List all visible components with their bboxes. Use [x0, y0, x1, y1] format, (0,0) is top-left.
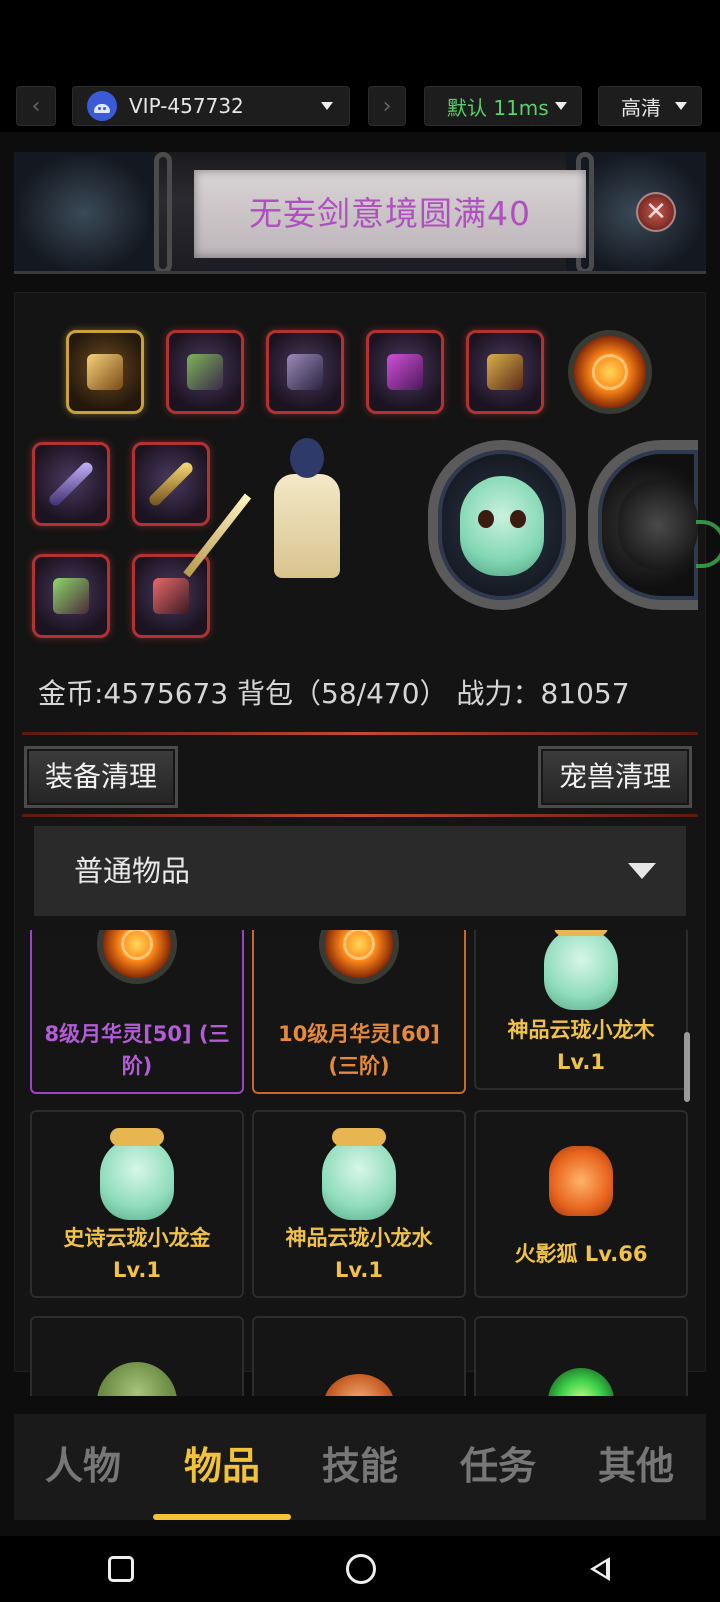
moon-orb-icon [319, 930, 399, 984]
moon-orb-icon [97, 930, 177, 984]
account-label: VIP-457732 [129, 94, 244, 118]
caret-down-icon [555, 102, 567, 110]
armor-icon [187, 354, 223, 390]
item-card[interactable]: 火影狐 Lv.66 [474, 1110, 688, 1298]
item-grid[interactable]: 8级月华灵[50] (三阶) 10级月华灵[60] (三阶) 神品云珑小龙木 L… [28, 930, 692, 1396]
caret-down-icon [628, 863, 656, 879]
dragon-pet-icon [460, 476, 544, 576]
back-arrow-button[interactable]: ‹ [16, 86, 56, 126]
hero-body [274, 474, 340, 578]
item-name: 火影狐 Lv.66 [514, 1242, 648, 1266]
item-card[interactable]: 神品云珑小龙水 Lv.1 [252, 1110, 466, 1298]
equip-clean-button[interactable]: 装备清理 [24, 746, 179, 808]
hero-character[interactable] [183, 430, 374, 598]
item-card[interactable] [474, 1316, 688, 1396]
pet-slot-dragon[interactable] [428, 440, 576, 610]
blade-icon [146, 459, 196, 509]
quality-selector[interactable]: 高清 [598, 86, 702, 126]
item-name: 神品云珑小龙木 Lv.1 [507, 1018, 655, 1074]
equip-slot-belt[interactable] [32, 554, 110, 638]
dragon-pet-icon [544, 930, 618, 1010]
equip-slot-blade[interactable] [132, 442, 210, 526]
ring-icon [153, 578, 189, 614]
bracer-icon [387, 354, 423, 390]
wifi-icon [696, 520, 720, 568]
equip-slot-armor[interactable] [166, 330, 244, 414]
banner-title: 无妄剑意境圆满40 [249, 194, 531, 233]
home-icon[interactable] [346, 1554, 376, 1584]
latency-selector[interactable]: 默认 11ms [424, 86, 582, 126]
latency-label: 默认 11ms [447, 95, 549, 120]
recent-apps-icon[interactable] [108, 1556, 134, 1582]
back-triangle-icon[interactable] [590, 1557, 610, 1581]
quality-label: 高清 [621, 95, 661, 120]
caret-down-icon [321, 102, 333, 110]
player-stats: 金币:4575673 背包（58/470） 战力：81057 [38, 677, 630, 710]
dragon-pet-icon [100, 1128, 174, 1220]
tiger-pet-icon [618, 480, 698, 570]
shell-pet-icon [324, 1374, 394, 1396]
fox-pet-icon [549, 1146, 613, 1216]
item-name: 史诗云珑小龙金 Lv.1 [63, 1226, 211, 1282]
item-card[interactable]: 史诗云珑小龙金 Lv.1 [30, 1110, 244, 1298]
equip-slot-bracer[interactable] [366, 330, 444, 414]
item-filter-dropdown[interactable]: 普通物品 [34, 826, 686, 916]
tab-other[interactable]: 其他 [567, 1414, 705, 1520]
tab-skills[interactable]: 技能 [291, 1414, 429, 1520]
filter-selected-label: 普通物品 [74, 854, 191, 888]
helmet-icon [87, 354, 123, 390]
item-card[interactable]: 神品云珑小龙木 Lv.1 [474, 930, 688, 1090]
shoulder-icon [287, 354, 323, 390]
sword-icon [46, 459, 96, 509]
title-banner: 无妄剑意境圆满40 ✕ [14, 152, 706, 274]
equip-slot-helmet[interactable] [66, 330, 144, 414]
equip-slot-sword[interactable] [32, 442, 110, 526]
top-toolbar: ‹ VIP-457732 › 默认 11ms 高清 [0, 86, 720, 128]
item-name: 8级月华灵[50] (三阶) [44, 1022, 230, 1078]
item-card[interactable] [30, 1316, 244, 1396]
dragon-ornament-left [14, 152, 154, 271]
bottom-tab-bar: 人物 物品 技能 任务 其他 [14, 1414, 706, 1520]
moon-orb-icon[interactable] [568, 330, 652, 414]
belt-icon [53, 578, 89, 614]
item-card[interactable]: 8级月华灵[50] (三阶) [30, 930, 244, 1094]
turtle-pet-icon [97, 1362, 177, 1396]
item-card[interactable]: 10级月华灵[60] (三阶) [252, 930, 466, 1094]
close-icon[interactable]: ✕ [636, 192, 676, 232]
item-card[interactable] [252, 1316, 466, 1396]
divider [22, 814, 698, 817]
caret-down-icon [675, 102, 687, 110]
android-icon [87, 91, 117, 121]
equip-slot-shoulder[interactable] [266, 330, 344, 414]
hero-head [290, 438, 324, 478]
divider [22, 732, 698, 735]
item-name: 神品云珑小龙水 Lv.1 [285, 1226, 433, 1282]
tab-character[interactable]: 人物 [14, 1414, 152, 1520]
item-grid-scrollbar[interactable] [684, 1032, 690, 1102]
dragon-pet-icon [322, 1128, 396, 1220]
chain-ornament [154, 152, 172, 271]
tab-quests[interactable]: 任务 [429, 1414, 567, 1520]
forward-arrow-button[interactable]: › [368, 86, 406, 126]
equip-slot-book[interactable] [466, 330, 544, 414]
account-selector[interactable]: VIP-457732 [72, 86, 350, 126]
book-icon [487, 354, 523, 390]
green-orb-icon [548, 1368, 614, 1396]
pet-clean-button[interactable]: 宠兽清理 [538, 746, 693, 808]
active-tab-indicator [153, 1514, 291, 1520]
chevron-right-icon: › [382, 93, 392, 119]
system-nav-bar [0, 1536, 720, 1602]
equip-slot-ring[interactable] [132, 554, 210, 638]
chevron-left-icon: ‹ [31, 93, 41, 119]
item-name: 10级月华灵[60] (三阶) [278, 1022, 440, 1078]
tab-items[interactable]: 物品 [153, 1414, 291, 1520]
